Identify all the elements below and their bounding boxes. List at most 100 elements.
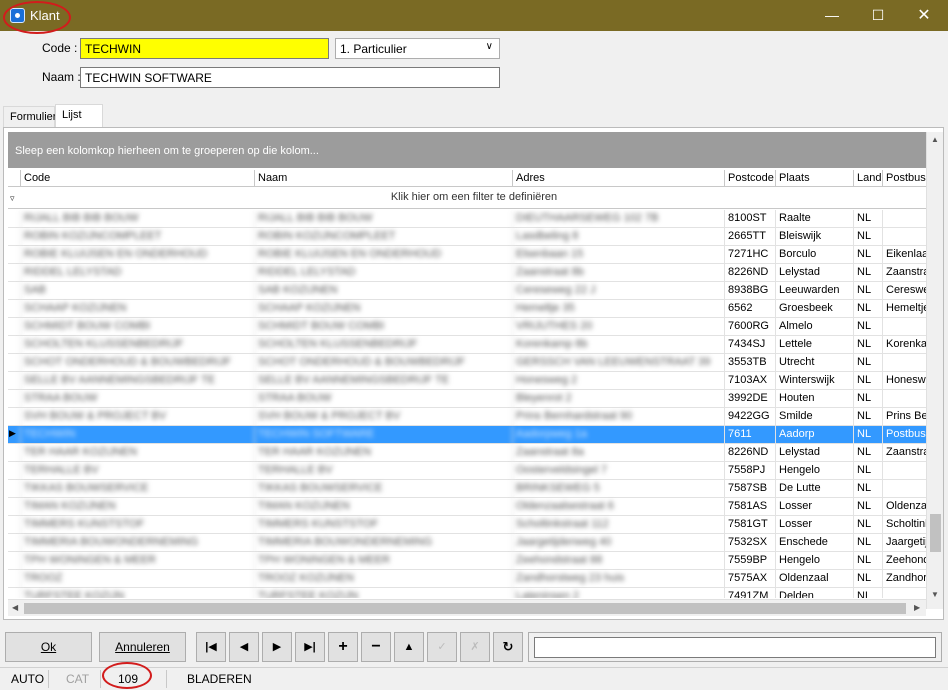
cell-postbus[interactable]: Postbus 6 (882, 426, 926, 444)
col-plaats[interactable]: Plaats (775, 170, 853, 187)
cell-code[interactable]: TIMAN KOZIJNEN (20, 498, 254, 516)
table-row[interactable]: SCHOLTEN KLUSSENBEDRIJF SCHOLTEN KLUSSENB… (8, 336, 940, 354)
cell-code[interactable]: TIKKAS BOUWSERVICE (20, 480, 254, 498)
cell-land[interactable]: NL (853, 570, 882, 588)
close-icon[interactable]: ✕ (901, 0, 947, 31)
code-field[interactable]: TECHWIN (80, 38, 329, 59)
cell-code[interactable]: RIDDEL LELYSTAD (20, 264, 254, 282)
add-record-icon[interactable]: + (328, 632, 358, 662)
cell-naam[interactable]: TIMMERS KUNSTSTOF (254, 516, 512, 534)
vertical-scroll-thumb[interactable] (930, 514, 941, 552)
cell-naam[interactable]: TROOZ KOZIJNEN (254, 570, 512, 588)
cell-postbus[interactable]: Ceresweg (882, 282, 926, 300)
cancel-button[interactable]: Annuleren (99, 632, 186, 662)
cell-adres[interactable]: Oosterveldsingel 7 (512, 462, 724, 480)
cell-postbus[interactable]: Jaargetijd (882, 534, 926, 552)
cell-plaats[interactable]: Delden (775, 588, 853, 598)
cell-postbus[interactable]: Scholtinks (882, 516, 926, 534)
cell-postcode[interactable]: 7600RG (724, 318, 775, 336)
cell-code[interactable]: SCHAAP KOZIJNEN (20, 300, 254, 318)
cell-code[interactable]: SAB (20, 282, 254, 300)
table-row[interactable]: SAB SAB KOZIJNEN Cereseweg 22 J 8938BG Leeuw… (8, 282, 940, 300)
cell-code[interactable]: SCHOT ONDERHOUD & BOUWBEDRIJF (20, 354, 254, 372)
next-record-icon[interactable]: ▶ (262, 632, 292, 662)
table-row[interactable]: TERHALLE BV TERHALLE BV Oosterveldsingel 7… (8, 462, 940, 480)
cell-postcode[interactable]: 7434SJ (724, 336, 775, 354)
cell-plaats[interactable]: Lelystad (775, 444, 853, 462)
cell-adres[interactable]: BRINKSEWEG 5 (512, 480, 724, 498)
cell-adres[interactable]: Hemeltje 35 (512, 300, 724, 318)
table-row[interactable]: ROBIN KOZIJNCOMPLEET ROBIN KOZIJNCOMPLEET… (8, 228, 940, 246)
table-row[interactable]: SCHOT ONDERHOUD & BOUWBEDRIJF SCHOT ONDER… (8, 354, 940, 372)
cell-plaats[interactable]: Bleiswijk (775, 228, 853, 246)
cell-adres[interactable]: Korenkamp 8b (512, 336, 724, 354)
cell-land[interactable]: NL (853, 336, 882, 354)
cell-code[interactable]: ROBIE KLUIJSEN EN ONDERHOUD (20, 246, 254, 264)
cell-naam[interactable]: TIKKAS BOUWSERVICE (254, 480, 512, 498)
cell-adres[interactable]: Zandhorstweg 23 huis (512, 570, 724, 588)
cell-naam[interactable]: TERHALLE BV (254, 462, 512, 480)
cell-adres[interactable]: Zaanstraat 8b (512, 264, 724, 282)
cell-naam[interactable]: SAB KOZIJNEN (254, 282, 512, 300)
cell-land[interactable]: NL (853, 408, 882, 426)
tab-formulier[interactable]: Formulier (3, 106, 56, 128)
cell-adres[interactable]: Bleyenrot 2 (512, 390, 724, 408)
cell-land[interactable]: NL (853, 588, 882, 598)
group-by-area[interactable]: Sleep een kolomkop hierheen om te groepe… (8, 132, 940, 168)
cancel-edit-icon[interactable]: ✗ (460, 632, 490, 662)
cell-postcode[interactable]: 7581AS (724, 498, 775, 516)
scroll-up-icon[interactable]: ▲ (931, 135, 939, 144)
cell-land[interactable]: NL (853, 426, 882, 444)
cell-plaats[interactable]: Hengelo (775, 552, 853, 570)
cell-land[interactable]: NL (853, 264, 882, 282)
cell-postbus[interactable]: Zeehonds (882, 552, 926, 570)
cell-postcode[interactable]: 8226ND (724, 444, 775, 462)
cell-plaats[interactable]: Oldenzaal (775, 570, 853, 588)
cell-adres[interactable]: Prins Bernhardstraat 90 (512, 408, 724, 426)
cell-postbus[interactable]: Zaanstraat (882, 264, 926, 282)
cell-land[interactable]: NL (853, 354, 882, 372)
cell-code[interactable]: RIJALL BIB BIB BOUW (20, 210, 254, 228)
cell-postbus[interactable] (882, 390, 926, 408)
table-row[interactable]: RIDDEL LELYSTAD RIDDEL LELYSTAD Zaanstraat… (8, 264, 940, 282)
cell-adres[interactable]: Honesweg 2 (512, 372, 724, 390)
cell-plaats[interactable]: Smilde (775, 408, 853, 426)
minimize-icon[interactable]: — (809, 0, 855, 31)
cell-land[interactable]: NL (853, 318, 882, 336)
cell-plaats[interactable]: Lettele (775, 336, 853, 354)
cell-code[interactable]: ROBIN KOZIJNCOMPLEET (20, 228, 254, 246)
horizontal-scrollbar[interactable]: ◀ ▶ (8, 599, 926, 616)
cell-adres[interactable]: Zeehondstraat 88 (512, 552, 724, 570)
cell-plaats[interactable]: De Lutte (775, 480, 853, 498)
scroll-right-icon[interactable]: ▶ (914, 603, 920, 612)
cell-land[interactable]: NL (853, 390, 882, 408)
cell-land[interactable]: NL (853, 552, 882, 570)
cell-postcode[interactable]: 8100ST (724, 210, 775, 228)
cell-land[interactable]: NL (853, 444, 882, 462)
cell-land[interactable]: NL (853, 210, 882, 228)
cell-code[interactable]: TERHALLE BV (20, 462, 254, 480)
cell-code[interactable]: TIMMERIA BOUWONDERNEMING (20, 534, 254, 552)
refresh-icon[interactable]: ↻ (493, 632, 523, 662)
ok-button[interactable]: Ok (5, 632, 92, 662)
cell-postbus[interactable]: Prins Bern (882, 408, 926, 426)
first-record-icon[interactable]: |◀ (196, 632, 226, 662)
cell-land[interactable]: NL (853, 246, 882, 264)
cell-code[interactable]: SCHOLTEN KLUSSENBEDRIJF (20, 336, 254, 354)
cell-adres[interactable]: Aadorpweg 1a (512, 426, 724, 444)
cell-postbus[interactable] (882, 318, 926, 336)
table-row[interactable]: TIMAN KOZIJNEN TIMAN KOZIJNEN Oldenzaalses… (8, 498, 940, 516)
cell-plaats[interactable]: Almelo (775, 318, 853, 336)
cell-adres[interactable]: DIEUTHAARSEWEG 102 7B (512, 210, 724, 228)
col-land[interactable]: Land (853, 170, 882, 187)
cell-adres[interactable]: Lateninsen 2 (512, 588, 724, 598)
edit-record-icon[interactable]: ▲ (394, 632, 424, 662)
cell-code[interactable]: TROOZ (20, 570, 254, 588)
cell-code[interactable]: TIMMERS KUNSTSTOF (20, 516, 254, 534)
table-row[interactable]: ▶ TECHWIN TECHWIN SOFTWARE Aadorpweg 1a 7611… (8, 426, 940, 444)
cell-code[interactable]: SVH BOUW & PROJECT BV (20, 408, 254, 426)
cell-postbus[interactable]: Hemeltje (882, 300, 926, 318)
cell-naam[interactable]: SELLE BV AANNEMINGSBEDRIJF TE (254, 372, 512, 390)
cell-land[interactable]: NL (853, 282, 882, 300)
cell-postcode[interactable]: 7559BP (724, 552, 775, 570)
